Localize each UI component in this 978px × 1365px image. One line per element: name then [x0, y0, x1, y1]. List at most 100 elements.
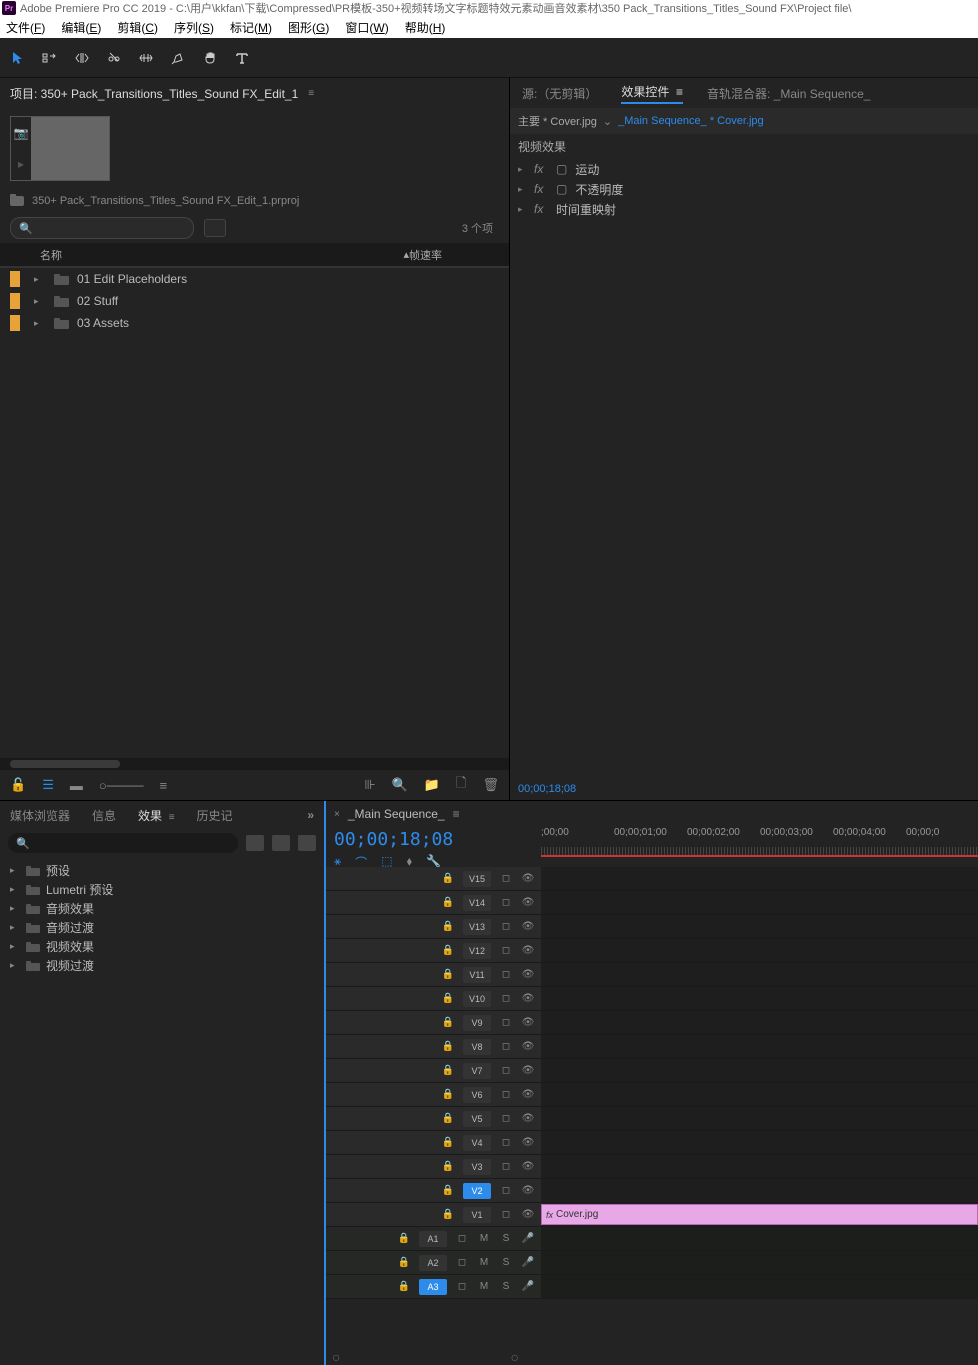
track-target-button[interactable]: V2 — [463, 1183, 491, 1199]
menu-剪辑C[interactable]: 剪辑(C) — [117, 19, 158, 36]
mute-button[interactable]: M — [477, 1257, 491, 1268]
lock-icon[interactable]: 🔒 — [441, 921, 455, 932]
expand-arrow-icon[interactable]: ▸ — [34, 296, 44, 307]
fx-badge-1[interactable] — [246, 835, 264, 851]
lock-icon[interactable]: 🔒 — [441, 945, 455, 956]
eye-icon[interactable]: 👁 — [521, 1161, 535, 1172]
icon-view-icon[interactable]: ▬ — [70, 778, 83, 793]
zoom-slider[interactable]: ○──── — [99, 778, 144, 793]
fx-badge-3[interactable] — [298, 835, 316, 851]
timeline-clip[interactable]: fxCover.jpg — [541, 1204, 978, 1225]
track-target-button[interactable]: V11 — [463, 967, 491, 983]
sequence-clip-link[interactable]: _Main Sequence_ * Cover.jpg — [618, 115, 764, 127]
track-target-button[interactable]: A3 — [419, 1279, 447, 1295]
toggle-output-icon[interactable]: ◻ — [499, 969, 513, 980]
effects-tab-历史记[interactable]: 历史记 — [197, 807, 233, 824]
eye-icon[interactable]: 👁 — [521, 921, 535, 932]
toggle-output-icon[interactable]: ◻ — [499, 1065, 513, 1076]
track-target-button[interactable]: V14 — [463, 895, 491, 911]
expand-arrow-icon[interactable]: ▸ — [10, 865, 20, 876]
razor-tool[interactable] — [104, 48, 124, 68]
track-target-button[interactable]: V9 — [463, 1015, 491, 1031]
menu-窗口W[interactable]: 窗口(W) — [345, 19, 388, 36]
eye-icon[interactable]: 👁 — [521, 945, 535, 956]
menu-编辑E[interactable]: 编辑(E) — [61, 19, 101, 36]
effects-tab-效果[interactable]: 效果 ≡ — [138, 807, 175, 824]
effect-时间重映射[interactable]: ▸fx时间重映射 — [510, 199, 978, 219]
horizontal-scrollbar[interactable] — [0, 758, 509, 770]
toggle-output-icon[interactable]: ◻ — [455, 1233, 469, 1244]
toggle-output-icon[interactable]: ◻ — [499, 1185, 513, 1196]
track-target-button[interactable]: V13 — [463, 919, 491, 935]
track-target-button[interactable]: V5 — [463, 1111, 491, 1127]
expand-arrow-icon[interactable]: ▸ — [518, 164, 526, 175]
eye-icon[interactable]: 👁 — [521, 1041, 535, 1052]
eye-icon[interactable]: 👁 — [521, 1185, 535, 1196]
ripple-edit-tool[interactable] — [72, 48, 92, 68]
toggle-output-icon[interactable]: ◻ — [499, 921, 513, 932]
lock-icon[interactable]: 🔒 — [441, 1209, 455, 1220]
effects-tab-信息[interactable]: 信息 — [92, 807, 116, 824]
toggle-output-icon[interactable]: ◻ — [499, 945, 513, 956]
track-target-button[interactable]: A1 — [419, 1231, 447, 1247]
expand-arrow-icon[interactable]: ▸ — [34, 318, 44, 329]
delete-icon[interactable]: 🗑 — [482, 777, 499, 793]
expand-arrow-icon[interactable]: ▸ — [10, 941, 20, 952]
track-target-button[interactable]: V6 — [463, 1087, 491, 1103]
toggle-output-icon[interactable]: ◻ — [499, 1113, 513, 1124]
pen-tool[interactable] — [168, 48, 188, 68]
expand-arrow-icon[interactable]: ▸ — [10, 903, 20, 914]
automate-icon[interactable]: ⊪ — [364, 777, 375, 793]
toggle-output-icon[interactable]: ◻ — [455, 1257, 469, 1268]
expand-arrow-icon[interactable]: ▸ — [34, 274, 44, 285]
lock-icon[interactable]: 🔒 — [397, 1257, 411, 1268]
lock-icon[interactable]: 🔒 — [441, 1161, 455, 1172]
menu-图形G[interactable]: 图形(G) — [288, 19, 329, 36]
effects-folder-视频过渡[interactable]: ▸视频过渡 — [0, 956, 324, 975]
toggle-output-icon[interactable]: ◻ — [499, 1161, 513, 1172]
menu-文件F[interactable]: 文件(F) — [6, 19, 45, 36]
lock-icon[interactable]: 🔒 — [441, 1185, 455, 1196]
lock-icon[interactable]: 🔒 — [441, 1089, 455, 1100]
project-search-input[interactable]: 🔍 — [10, 217, 194, 239]
expand-arrow-icon[interactable]: ▸ — [10, 922, 20, 933]
scroll-handle-left[interactable]: ○ — [332, 1349, 340, 1365]
lock-icon[interactable]: 🔒 — [441, 1017, 455, 1028]
track-target-button[interactable]: V3 — [463, 1159, 491, 1175]
lock-icon[interactable]: 🔒 — [441, 1137, 455, 1148]
find-icon[interactable]: 🔍 — [392, 777, 408, 793]
eye-icon[interactable]: 👁 — [521, 873, 535, 884]
effects-folder-视频效果[interactable]: ▸视频效果 — [0, 937, 324, 956]
lock-icon[interactable]: 🔒 — [397, 1281, 411, 1292]
source-tab[interactable]: 源:（无剪辑） — [522, 85, 597, 102]
eye-icon[interactable]: 👁 — [521, 1065, 535, 1076]
toggle-output-icon[interactable]: ◻ — [499, 897, 513, 908]
lock-icon[interactable]: 🔒 — [441, 969, 455, 980]
list-view-icon[interactable]: ☰ — [42, 777, 54, 793]
more-tabs-icon[interactable]: » — [307, 808, 314, 822]
voice-over-icon[interactable]: 🎤 — [521, 1281, 535, 1292]
track-target-button[interactable]: A2 — [419, 1255, 447, 1271]
track-target-button[interactable]: V8 — [463, 1039, 491, 1055]
solo-button[interactable]: S — [499, 1281, 513, 1292]
solo-button[interactable]: S — [499, 1233, 513, 1244]
voice-over-icon[interactable]: 🎤 — [521, 1233, 535, 1244]
track-select-tool[interactable] — [40, 48, 60, 68]
new-item-icon[interactable]: 🗋 — [456, 774, 466, 796]
time-ruler[interactable]: ;00;0000;00;01;0000;00;02;0000;00;03;000… — [541, 827, 978, 867]
project-item[interactable]: ▸01 Edit Placeholders — [0, 268, 509, 290]
eye-icon[interactable]: 👁 — [521, 1137, 535, 1148]
sequence-tab[interactable]: _Main Sequence_ — [348, 807, 445, 821]
toggle-output-icon[interactable]: ◻ — [499, 993, 513, 1004]
effects-folder-预设[interactable]: ▸预设 — [0, 861, 324, 880]
project-item[interactable]: ▸02 Stuff — [0, 290, 509, 312]
expand-arrow-icon[interactable]: ▸ — [518, 184, 526, 195]
track-target-button[interactable]: V1 — [463, 1207, 491, 1223]
panel-menu-icon[interactable]: ≡ — [308, 88, 314, 99]
eye-icon[interactable]: 👁 — [521, 1113, 535, 1124]
eye-icon[interactable]: 👁 — [521, 993, 535, 1004]
lock-icon[interactable]: 🔒 — [441, 1113, 455, 1124]
menu-帮助H[interactable]: 帮助(H) — [405, 19, 446, 36]
track-target-button[interactable]: V12 — [463, 943, 491, 959]
project-item[interactable]: ▸03 Assets — [0, 312, 509, 334]
